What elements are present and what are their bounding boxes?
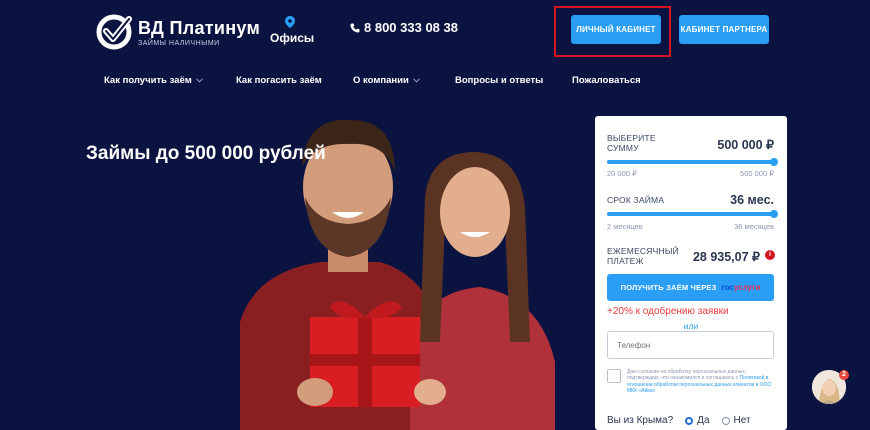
info-icon[interactable]: i (765, 250, 775, 260)
consent-text: Даю согласие на обработку персональных д… (627, 369, 772, 394)
consent-checkbox[interactable] (607, 369, 621, 383)
hero-title: Займы до 500 000 рублей (86, 143, 326, 164)
or-divider: или (683, 321, 699, 331)
nav-item-complain[interactable]: Пожаловаться (572, 75, 641, 86)
gosuslugi-loan-button[interactable]: ПОЛУЧИТЬ ЗАЁМ ЧЕРЕЗ госуслуги (607, 274, 774, 301)
nav-item-label: Как получить заём (104, 75, 192, 86)
term-value: 36 мес. (730, 193, 774, 207)
payment-value: 28 935,07 ₽ (692, 250, 760, 264)
nav-item-label: О компании (353, 75, 409, 86)
crimea-yes-label[interactable]: Да (697, 415, 709, 426)
nav-item-label: Как погасить заём (236, 75, 322, 86)
term-slider[interactable] (607, 210, 778, 218)
gosuslugi-logo: госуслуги (721, 283, 761, 292)
amount-min: 20 000 ₽ (607, 169, 637, 178)
crimea-yes-radio[interactable] (685, 416, 694, 425)
phone-input[interactable] (607, 331, 774, 359)
partner-cabinet-button[interactable]: КАБИНЕТ ПАРТНЕРА (679, 15, 769, 44)
nav-item-about[interactable]: О компании (353, 75, 420, 86)
crimea-question: Вы из Крыма? Да Нет (607, 415, 751, 426)
amount-label: ВЫБЕРИТЕ СУММУ (607, 133, 656, 153)
amount-slider[interactable] (607, 158, 778, 166)
amount-slider-thumb[interactable] (770, 158, 778, 166)
main-nav: Как получить заём Как погасить заём О ко… (0, 75, 870, 89)
offices-link[interactable]: Офисы (270, 16, 315, 45)
logo-check-icon (96, 14, 132, 50)
nav-item-label: Вопросы и ответы (455, 75, 544, 86)
term-slider-thumb[interactable] (770, 210, 778, 218)
approval-promo: +20% к одобрению заявки (607, 306, 729, 317)
crimea-question-label: Вы из Крыма? (607, 415, 674, 426)
nav-item-how-to-get[interactable]: Как получить заём (104, 75, 203, 86)
offices-label: Офисы (270, 31, 315, 45)
nav-item-faq[interactable]: Вопросы и ответы (455, 75, 543, 86)
amount-slider-fill (607, 160, 774, 164)
personal-cabinet-button[interactable]: ЛИЧНЫЙ КАБИНЕТ (571, 15, 661, 44)
payment-label: ЕЖЕМЕСЯЧНЫЙ ПЛАТЕЖ (607, 246, 679, 266)
logo-tagline: ЗАЙМЫ НАЛИЧНЫМИ (138, 39, 220, 47)
amount-value: 500 000 ₽ (717, 138, 774, 152)
nav-item-label: Пожаловаться (572, 75, 641, 86)
logo[interactable]: ВД Платинум ЗАЙМЫ НАЛИЧНЫМИ (96, 14, 260, 50)
term-slider-fill (607, 212, 774, 216)
phone-link[interactable]: 8 800 333 08 38 (350, 20, 458, 35)
crimea-no-radio[interactable] (721, 416, 730, 425)
term-max: 36 месяцев (734, 222, 774, 231)
nav-item-how-to-repay[interactable]: Как погасить заём (236, 75, 322, 86)
phone-number: 8 800 333 08 38 (364, 20, 458, 35)
gosuslugi-button-label: ПОЛУЧИТЬ ЗАЁМ ЧЕРЕЗ (620, 283, 717, 292)
chevron-down-icon (412, 78, 420, 83)
term-label: СРОК ЗАЙМА (607, 195, 665, 205)
term-min: 2 месяцев (607, 222, 643, 231)
loan-calculator: ВЫБЕРИТЕ СУММУ 500 000 ₽ 20 000 ₽ 500 00… (595, 116, 787, 430)
chevron-down-icon (195, 78, 203, 83)
phone-icon (350, 23, 360, 32)
crimea-no-label[interactable]: Нет (734, 415, 751, 426)
amount-max: 500 000 ₽ (740, 169, 774, 178)
chat-notification-badge: 2 (839, 370, 849, 380)
logo-name: ВД Платинум (138, 17, 261, 38)
location-pin-icon (285, 16, 295, 28)
